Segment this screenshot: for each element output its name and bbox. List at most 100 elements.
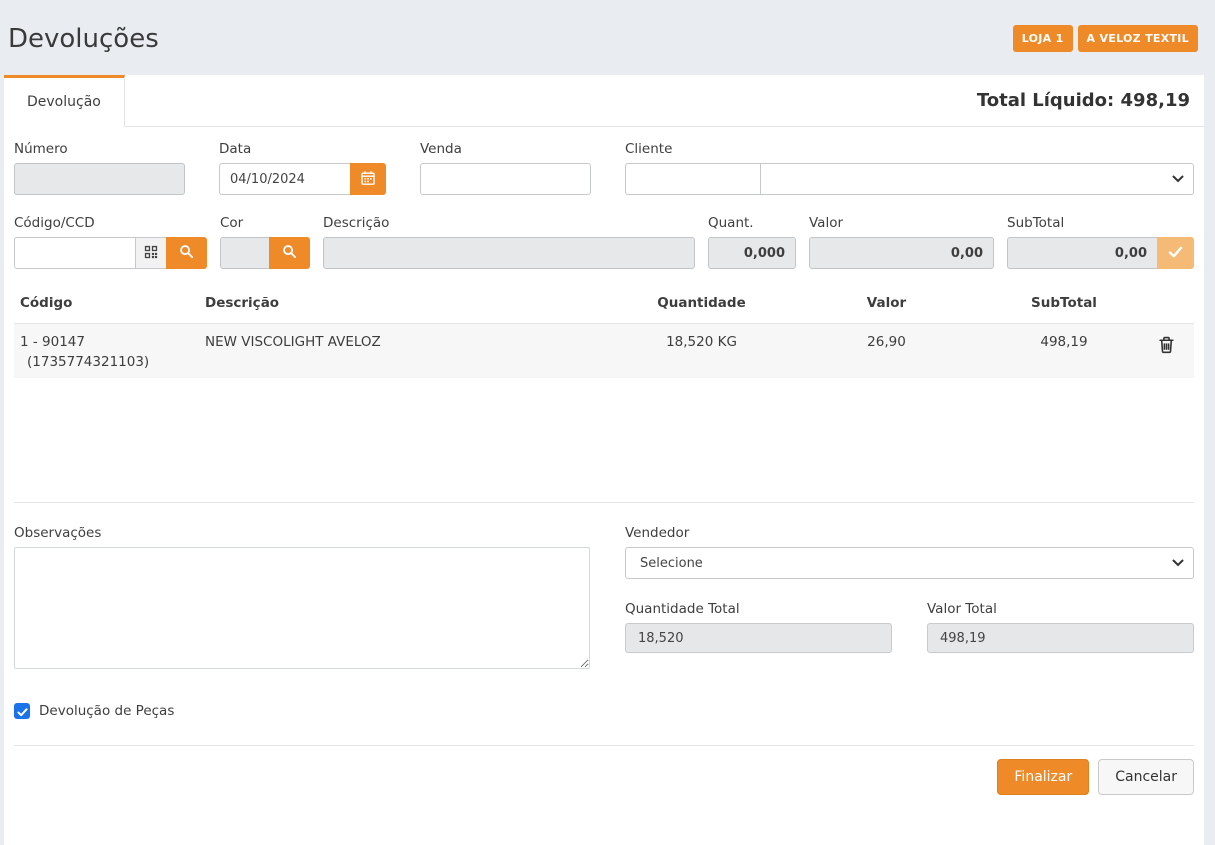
field-quantidade-total: Quantidade Total xyxy=(625,601,892,653)
codigo-ccd-label: Código/CCD xyxy=(14,215,207,231)
cell-quantidade: 18,520 KG xyxy=(619,324,784,379)
store-badges: LOJA 1 A VELOZ TEXTIL xyxy=(1013,25,1198,52)
cliente-code-input[interactable] xyxy=(625,163,760,195)
total-liquido: Total Líquido: 498,19 xyxy=(977,90,1204,111)
cor-label: Cor xyxy=(220,215,310,231)
store-badge-company[interactable]: A VELOZ TEXTIL xyxy=(1078,25,1198,52)
cor-group xyxy=(220,237,310,269)
cell-actions xyxy=(1139,324,1194,379)
field-data: Data xyxy=(219,141,386,195)
codigo-search-button[interactable] xyxy=(166,237,207,269)
observacoes-textarea[interactable] xyxy=(14,547,590,669)
numero-label: Número xyxy=(14,141,185,157)
cell-descricao: NEW VISCOLIGHT AVELOZ xyxy=(199,324,619,379)
table-row: 1 - 90147 (1735774321103) NEW VISCOLIGHT… xyxy=(14,324,1194,379)
quantidade-total-label: Quantidade Total xyxy=(625,601,892,617)
cliente-select-wrap xyxy=(760,163,1194,195)
tab-devolucao[interactable]: Devolução xyxy=(4,75,125,127)
totals-row: Quantidade Total Valor Total xyxy=(625,601,1194,653)
page-title: Devoluções xyxy=(8,24,159,54)
devolucao-pecas-checkbox[interactable] xyxy=(14,703,30,719)
form-content: Número Data xyxy=(4,127,1204,845)
check-icon xyxy=(1168,246,1183,261)
field-subtotal: SubTotal xyxy=(1007,215,1194,269)
quantidade-total-input xyxy=(625,623,892,653)
valor-input xyxy=(809,237,994,269)
vendedor-label: Vendedor xyxy=(625,525,1194,541)
venda-input[interactable] xyxy=(420,163,591,195)
field-valor-total: Valor Total xyxy=(927,601,1194,653)
col-header-actions xyxy=(1139,283,1194,324)
col-header-valor: Valor xyxy=(784,283,989,324)
check-icon xyxy=(17,702,28,721)
cell-subtotal: 498,19 xyxy=(989,324,1139,379)
cor-input xyxy=(220,237,269,269)
search-icon xyxy=(179,244,194,262)
subtotal-label: SubTotal xyxy=(1007,215,1194,231)
codigo-line2: (1735774321103) xyxy=(20,354,193,370)
field-codigo-ccd: Código/CCD xyxy=(14,215,207,269)
data-input[interactable] xyxy=(219,163,350,195)
calendar-button[interactable] xyxy=(350,163,386,195)
cell-codigo: 1 - 90147 (1735774321103) xyxy=(14,324,199,379)
descricao-label: Descrição xyxy=(323,215,695,231)
field-cor: Cor xyxy=(220,215,310,269)
field-venda: Venda xyxy=(420,141,591,195)
data-group xyxy=(219,163,386,195)
cell-valor: 26,90 xyxy=(784,324,989,379)
footer-actions: Finalizar Cancelar xyxy=(14,746,1194,808)
section-divider xyxy=(14,502,1194,503)
codigo-ccd-input[interactable] xyxy=(14,237,135,269)
items-table-header-row: Código Descrição Quantidade Valor SubTot… xyxy=(14,283,1194,324)
page-header: Devoluções LOJA 1 A VELOZ TEXTIL xyxy=(4,0,1204,75)
qr-code-icon xyxy=(144,245,158,262)
bottom-section: Observações Vendedor Selecione xyxy=(14,525,1194,673)
cor-search-button[interactable] xyxy=(269,237,310,269)
field-numero: Número xyxy=(14,141,185,195)
devolucao-pecas-option[interactable]: Devolução de Peças xyxy=(14,703,1194,719)
field-quant: Quant. xyxy=(708,215,796,269)
col-header-codigo: Código xyxy=(14,283,199,324)
spacer xyxy=(14,378,1194,502)
confirm-item-button[interactable] xyxy=(1157,237,1194,269)
devolucao-pecas-label: Devolução de Peças xyxy=(39,703,174,719)
qr-scan-button[interactable] xyxy=(135,237,166,269)
delete-item-button[interactable] xyxy=(1156,334,1177,359)
items-table: Código Descrição Quantidade Valor SubTot… xyxy=(14,283,1194,378)
field-cliente: Cliente xyxy=(625,141,1194,195)
valor-total-input xyxy=(927,623,1194,653)
calendar-icon xyxy=(360,170,376,189)
col-header-descricao: Descrição xyxy=(199,283,619,324)
cliente-group xyxy=(625,163,1194,195)
col-header-quantidade: Quantidade xyxy=(619,283,784,324)
total-liquido-label: Total Líquido: xyxy=(977,90,1114,111)
valor-label: Valor xyxy=(809,215,994,231)
numero-input xyxy=(14,163,185,195)
quant-label: Quant. xyxy=(708,215,796,231)
form-row-1: Número Data xyxy=(14,141,1194,195)
vendedor-select[interactable]: Selecione xyxy=(625,547,1194,579)
cliente-select[interactable] xyxy=(760,163,1194,195)
field-valor: Valor xyxy=(809,215,994,269)
codigo-ccd-group xyxy=(14,237,207,269)
field-observacoes: Observações xyxy=(14,525,590,673)
cancelar-button[interactable]: Cancelar xyxy=(1098,759,1194,795)
search-icon xyxy=(282,244,297,262)
finalizar-button[interactable]: Finalizar xyxy=(997,759,1089,795)
form-row-2: Código/CCD xyxy=(14,215,1194,269)
descricao-input xyxy=(323,237,695,269)
total-liquido-value: 498,19 xyxy=(1121,90,1190,111)
venda-label: Venda xyxy=(420,141,591,157)
data-label: Data xyxy=(219,141,386,157)
field-descricao: Descrição xyxy=(323,215,695,269)
store-badge-loja[interactable]: LOJA 1 xyxy=(1013,25,1073,52)
observacoes-label: Observações xyxy=(14,525,590,541)
valor-total-label: Valor Total xyxy=(927,601,1194,617)
quant-input xyxy=(708,237,796,269)
trash-icon xyxy=(1158,336,1175,357)
tab-bar: Devolução Total Líquido: 498,19 xyxy=(4,75,1204,127)
codigo-line1: 1 - 90147 xyxy=(20,334,193,350)
cliente-label: Cliente xyxy=(625,141,1194,157)
subtotal-group xyxy=(1007,237,1194,269)
totals-column: Vendedor Selecione Quantidade Total xyxy=(625,525,1194,673)
